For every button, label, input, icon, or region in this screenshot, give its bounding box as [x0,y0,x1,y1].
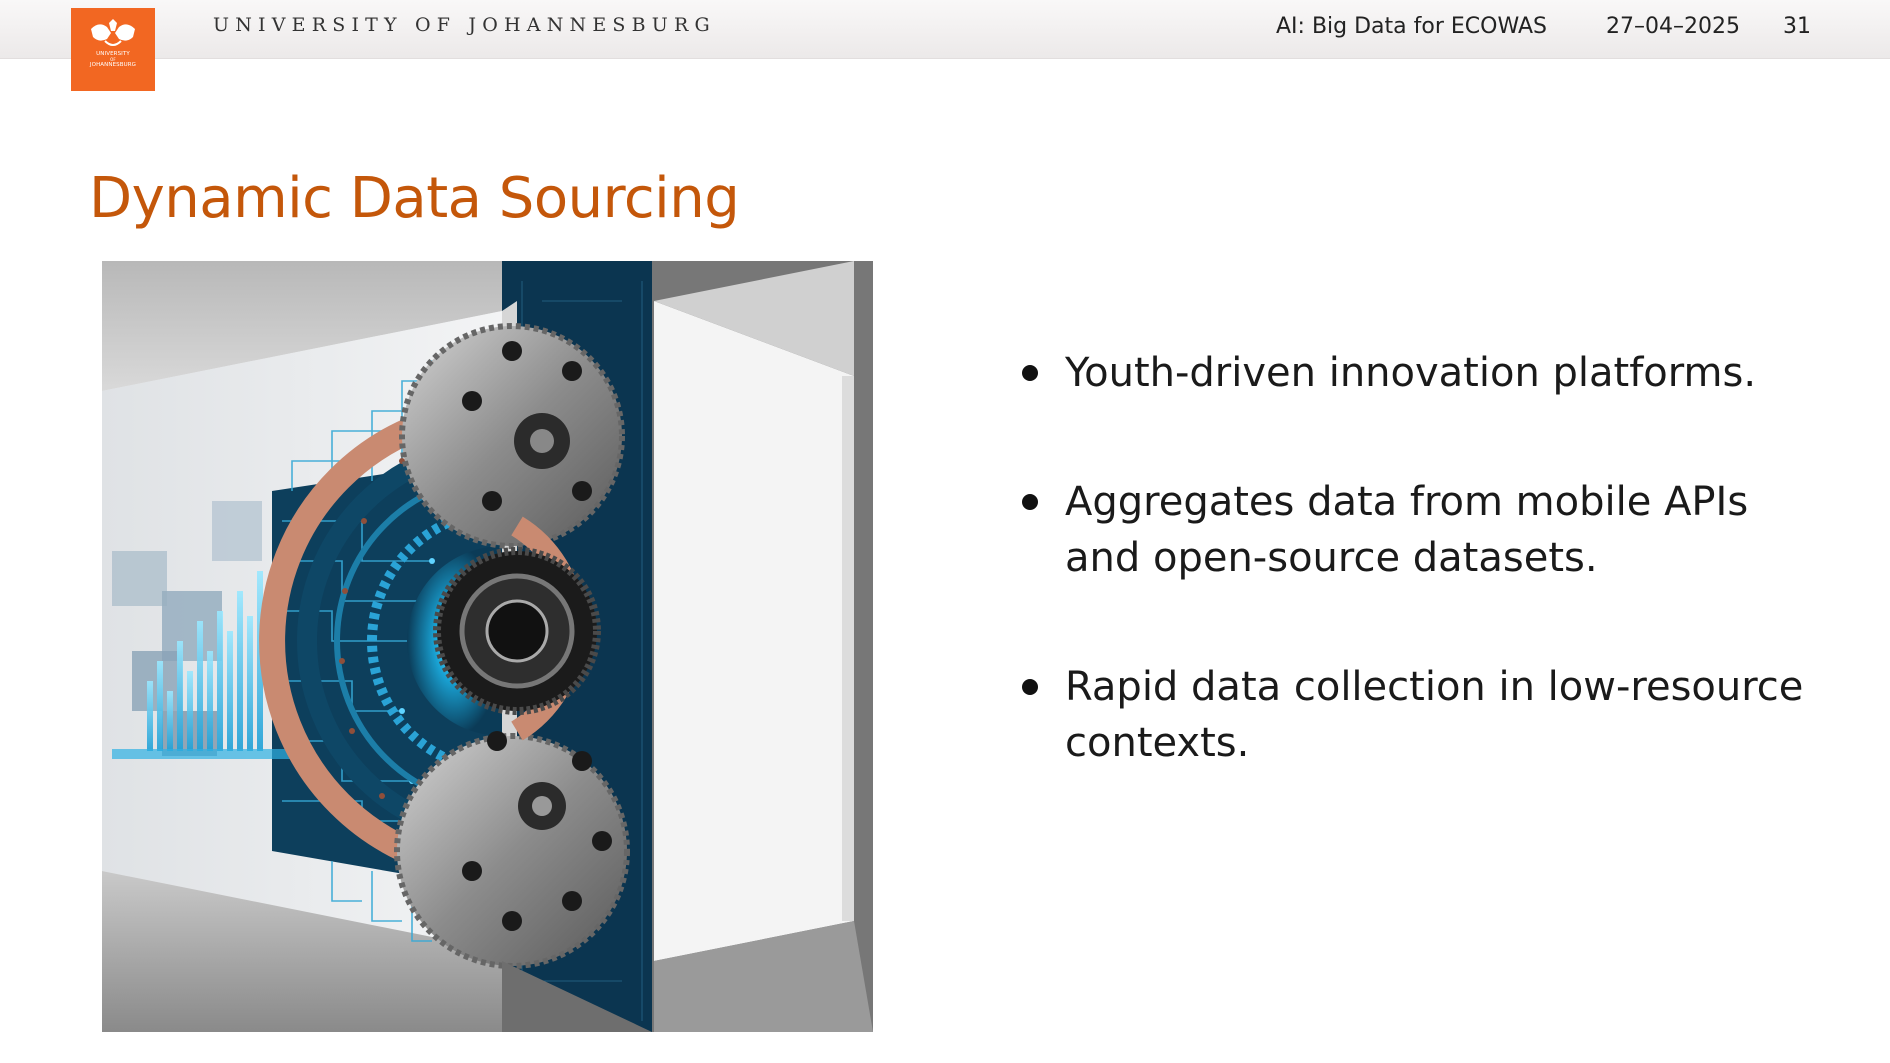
data-sourcing-illustration [102,261,873,1032]
bullet-item: Rapid data collection in low-resource co… [1015,659,1835,771]
presentation-short-title: AI: Big Data for ECOWAS [1276,14,1548,39]
uj-crest-icon [91,19,135,46]
bullet-dot-icon [1022,365,1038,381]
slide-title: Dynamic Data Sourcing [89,166,740,231]
bullet-text: Rapid data collection in low-resource co… [1065,664,1804,766]
bullet-dot-icon [1022,494,1038,510]
bullet-text: Aggregates data from mobile APIs and ope… [1065,479,1749,581]
university-name: UNIVERSITY OF JOHANNESBURG [213,14,716,36]
bullet-item: Youth-driven innovation platforms. [1015,345,1835,401]
logo-text-line: JOHANNESBURG [89,62,137,68]
bullet-dot-icon [1022,679,1038,695]
presentation-date: 27–04–2025 [1606,14,1740,39]
university-logo: UNIVERSITY OF JOHANNESBURG [71,8,155,91]
bullet-list: Youth-driven innovation platforms. Aggre… [1015,345,1835,844]
page-number: 31 [1783,14,1811,39]
bullet-item: Aggregates data from mobile APIs and ope… [1015,474,1835,586]
bullet-text: Youth-driven innovation platforms. [1065,350,1757,396]
